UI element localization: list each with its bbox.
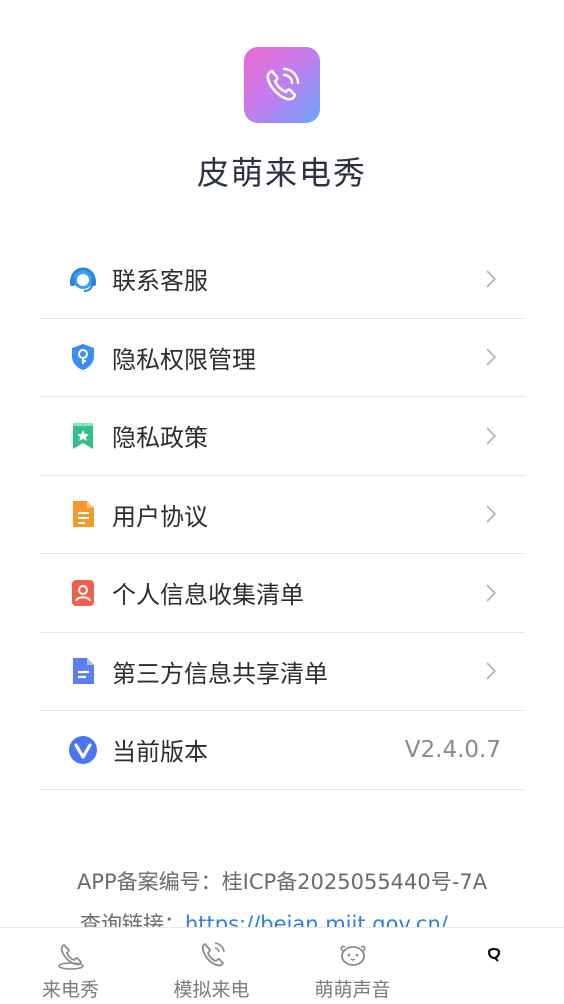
chevron-right-icon: [486, 270, 497, 288]
pet-face-icon: [336, 939, 370, 971]
file-list-icon: [67, 655, 99, 687]
menu-item-label: 第三方信息共享清单: [112, 659, 328, 688]
tab-label: 来电秀: [41, 979, 99, 1001]
phone-call-icon: [266, 67, 300, 101]
menu-item-privacy-permissions[interactable]: 隐私权限管理: [40, 319, 525, 397]
document-icon: [67, 498, 99, 530]
app-name: 皮萌来电秀: [196, 154, 367, 192]
bookmark-star-icon: [67, 420, 99, 452]
chevron-right-icon: [486, 505, 497, 523]
version-v-icon: [67, 734, 99, 766]
menu-item-personal-info-list[interactable]: 个人信息收集清单: [40, 554, 525, 633]
settings-menu: 联系客服 隐私权限管理 隐私政策 用户协议 个人信息收集清单 第三方信息共享清单…: [40, 240, 525, 790]
icp-record-number: APP备案编号：桂ICP备2025055440号-7A: [76, 870, 488, 894]
tab-cute-sounds[interactable]: 萌萌声音: [282, 928, 423, 1004]
menu-item-third-party-sharing-list[interactable]: 第三方信息共享清单: [40, 633, 525, 711]
bottom-tab-bar: 来电秀 模拟来电 萌萌声音: [0, 927, 564, 1004]
chevron-right-icon: [486, 662, 497, 680]
menu-item-label: 隐私政策: [112, 424, 208, 453]
menu-item-label: 用户协议: [112, 502, 208, 531]
menu-item-customer-service[interactable]: 联系客服: [40, 240, 525, 319]
chevron-right-icon: [486, 348, 497, 366]
chevron-right-icon: [486, 427, 497, 445]
tab-call-show[interactable]: 来电秀: [0, 928, 141, 1004]
menu-item-label: 隐私权限管理: [112, 345, 256, 374]
tab-label: 模拟来电: [173, 979, 250, 1001]
menu-item-label: 个人信息收集清单: [112, 581, 304, 610]
customer-service-icon: [67, 263, 99, 295]
tab-profile[interactable]: [423, 928, 564, 1004]
menu-item-privacy-policy[interactable]: 隐私政策: [40, 397, 525, 476]
person-card-icon: [67, 577, 99, 609]
menu-item-user-agreement[interactable]: 用户协议: [40, 476, 525, 554]
profile-icon: [477, 939, 511, 971]
chevron-right-icon: [486, 584, 497, 602]
menu-item-label: 当前版本: [112, 738, 208, 767]
shield-key-icon: [67, 341, 99, 373]
menu-item-label: 联系客服: [112, 267, 208, 296]
call-show-icon: [54, 939, 88, 971]
app-logo: [244, 47, 320, 123]
tab-simulated-call[interactable]: 模拟来电: [141, 928, 282, 1004]
menu-item-current-version: 当前版本 V2.4.0.7: [40, 711, 525, 790]
tab-label: 萌萌声音: [314, 979, 391, 1001]
phone-ring-icon: [195, 939, 229, 971]
version-value: V2.4.0.7: [404, 736, 501, 763]
